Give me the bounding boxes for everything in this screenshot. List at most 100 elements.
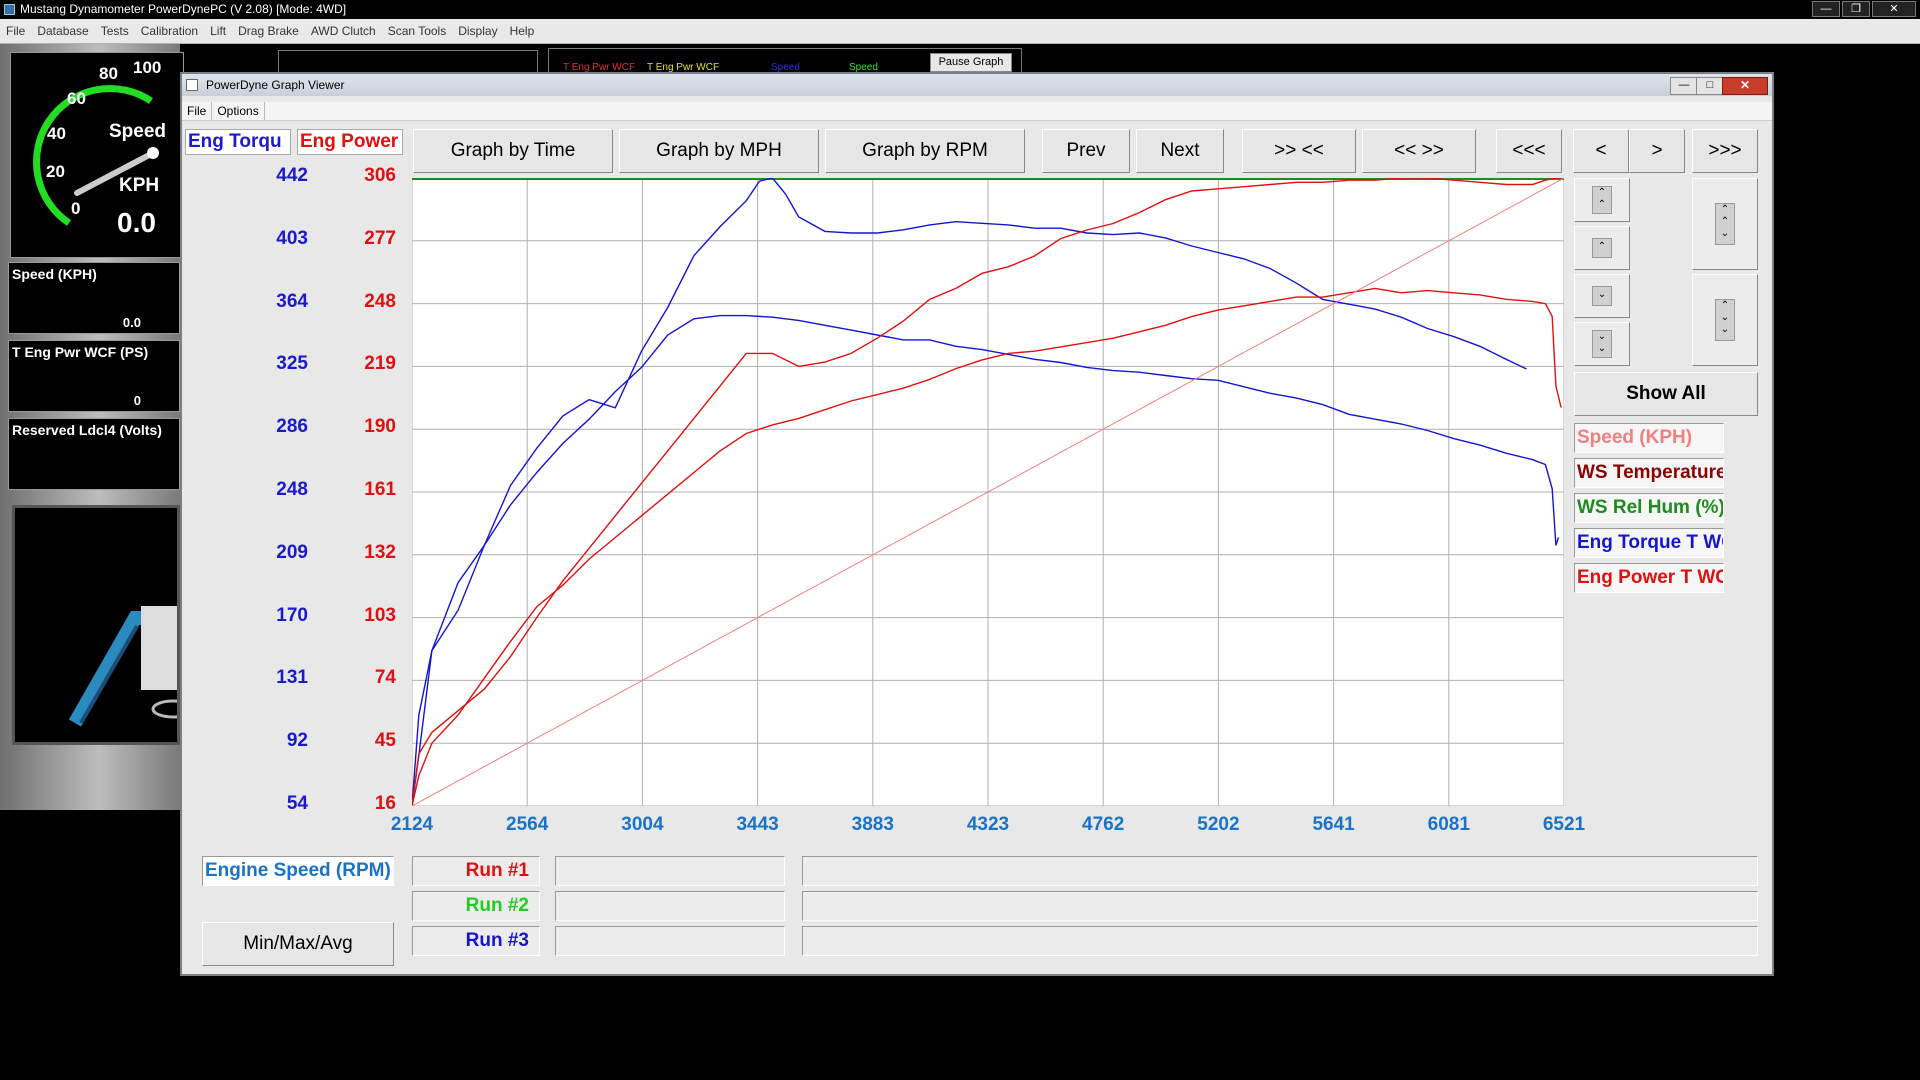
legend-speed[interactable]: Speed (KPH): [1574, 423, 1724, 453]
run-2-details: [802, 891, 1758, 921]
y-left-tick-label: 170: [276, 604, 308, 626]
x-tick-label: 6521: [1542, 814, 1586, 835]
x-tick-label: 5202: [1197, 814, 1240, 835]
legend-eng-torque[interactable]: Eng Torque T WC (N: [1574, 528, 1724, 558]
gauge-unit: KPH: [119, 175, 160, 196]
y-right-tick-label: 219: [364, 353, 396, 375]
scroll-down-fast-button[interactable]: ⌄ ⌄: [1574, 322, 1630, 366]
double-chevron-up-icon: ⌃ ⌃ ⌄: [1715, 203, 1735, 245]
plot-area[interactable]: [411, 177, 1565, 807]
legend-ws-temperature[interactable]: WS Temperature (D: [1574, 458, 1724, 488]
scroll-down-button[interactable]: ⌄: [1574, 274, 1630, 318]
double-chevron-down-icon: ⌄ ⌄: [1592, 330, 1612, 358]
x-axis-label[interactable]: Engine Speed (RPM): [202, 856, 394, 886]
graph-viewer-window: PowerDyne Graph Viewer — □ ✕ File Options…: [180, 72, 1774, 976]
panel-reserved-label: Reserved Ldcl4 (Volts): [12, 422, 162, 438]
menu-drag-brake[interactable]: Drag Brake: [232, 19, 305, 43]
y-left-tick-label: 403: [276, 227, 308, 249]
run-3-label: Run #3: [412, 926, 540, 956]
app-title: Mustang Dynamometer PowerDynePC (V 2.08)…: [20, 2, 347, 16]
panel-speed-value: 0.0: [122, 315, 141, 330]
x-tick-label: 2564: [506, 814, 549, 835]
x-tick-label: 3883: [851, 814, 894, 835]
panel-speed-label: Speed (KPH): [12, 266, 97, 282]
y-right-tick-label: 103: [364, 604, 396, 626]
run-3-value: [555, 926, 785, 956]
y-left-tick-label: 209: [276, 541, 308, 563]
y-right-tick-label: 306: [364, 165, 396, 186]
first-page-button[interactable]: <<<: [1496, 129, 1562, 173]
graph-by-mph-button[interactable]: Graph by MPH: [619, 129, 819, 173]
gv-maximize-icon[interactable]: □: [1696, 77, 1724, 95]
last-page-button[interactable]: >>>: [1692, 129, 1758, 173]
chevron-down-icon: ⌄: [1592, 286, 1612, 306]
app-menubar: File Database Tests Calibration Lift Drag Bra…: [0, 19, 1920, 44]
menu-awd-clutch[interactable]: AWD Clutch: [305, 19, 382, 43]
series-line-1: [411, 314, 1560, 807]
graph-viewer-titlebar: PowerDyne Graph Viewer — □ ✕: [182, 74, 1772, 96]
menu-display[interactable]: Display: [452, 19, 503, 43]
y-left-tick-label: 364: [276, 290, 308, 312]
x-tick-label: 6081: [1427, 814, 1470, 835]
gv-close-icon[interactable]: ✕: [1722, 77, 1768, 95]
run-2-value: [555, 891, 785, 921]
step-forward-button[interactable]: >: [1629, 129, 1685, 173]
y-left-tick-label: 325: [276, 353, 308, 375]
gauge-tick-40: 40: [47, 124, 66, 143]
restore-icon[interactable]: ❐: [1842, 1, 1870, 17]
min-max-avg-button[interactable]: Min/Max/Avg: [202, 922, 394, 966]
x-tick-label: 3443: [736, 814, 779, 835]
scroll-up-button[interactable]: ⌃: [1574, 226, 1630, 270]
graph-by-rpm-button[interactable]: Graph by RPM: [825, 129, 1025, 173]
graph-viewer-title: PowerDyne Graph Viewer: [206, 78, 345, 92]
graph-by-time-button[interactable]: Graph by Time: [413, 129, 613, 173]
chevron-up-icon: ⌃: [1592, 238, 1612, 258]
menu-file[interactable]: File: [0, 19, 31, 43]
step-back-button[interactable]: <: [1573, 129, 1629, 173]
zoom-in-button[interactable]: >> <<: [1242, 129, 1356, 173]
menu-calibration[interactable]: Calibration: [135, 19, 204, 43]
y-left-tick-label: 54: [286, 793, 308, 814]
double-chevron-up-icon: ⌃ ⌃: [1592, 186, 1612, 214]
legend-ws-rel-hum[interactable]: WS Rel Hum (%): [1574, 493, 1724, 523]
gv-menu-file[interactable]: File: [182, 102, 213, 120]
chart: [411, 177, 1565, 807]
right-scroll-down-button[interactable]: ⌃ ⌄ ⌄: [1692, 274, 1758, 366]
gauge-dial: [33, 85, 159, 226]
close-icon[interactable]: ✕: [1872, 1, 1916, 17]
x-tick-label: 4323: [966, 814, 1010, 835]
y-right-tick-label: 132: [364, 541, 396, 563]
legend-eng-power[interactable]: Eng Power T WC (P: [1574, 563, 1724, 593]
next-button[interactable]: Next: [1136, 129, 1224, 173]
x-tick-label: 2124: [390, 814, 434, 835]
menu-scan-tools[interactable]: Scan Tools: [382, 19, 452, 43]
scroll-up-fast-button[interactable]: ⌃ ⌃: [1574, 178, 1630, 222]
zoom-out-button[interactable]: << >>: [1362, 129, 1476, 173]
menu-tests[interactable]: Tests: [95, 19, 135, 43]
gauge-label: Speed: [109, 121, 167, 142]
pause-graph-button[interactable]: Pause Graph: [930, 53, 1012, 72]
right-scroll-up-button[interactable]: ⌃ ⌃ ⌄: [1692, 178, 1758, 270]
menu-database[interactable]: Database: [31, 19, 94, 43]
menu-lift[interactable]: Lift: [204, 19, 232, 43]
graph-viewer-icon: [186, 79, 198, 91]
show-all-button[interactable]: Show All: [1574, 372, 1758, 416]
menu-help[interactable]: Help: [504, 19, 541, 43]
y-right-tick-label: 248: [364, 290, 396, 312]
app-titlebar: Mustang Dynamometer PowerDynePC (V 2.08)…: [0, 0, 1920, 19]
panel-eng-power-value: 0: [133, 393, 141, 408]
y-right-tick-label: 74: [374, 667, 396, 689]
y-right-tick-label: 277: [364, 227, 396, 249]
gauge-tick-0: 0: [71, 199, 81, 218]
y-left-tick-label: 442: [276, 165, 308, 186]
minimize-icon[interactable]: —: [1812, 1, 1840, 17]
y-left-axis-label: Eng Torqu: [185, 129, 291, 155]
prev-button[interactable]: Prev: [1042, 129, 1130, 173]
y-left-tick-label: 248: [276, 479, 308, 500]
gv-menu-options[interactable]: Options: [212, 102, 265, 120]
gv-minimize-icon[interactable]: —: [1670, 77, 1698, 95]
panel-eng-power-label: T Eng Pwr WCF (PS): [12, 344, 149, 360]
panel-speed: Speed (KPH) 0.0: [8, 262, 180, 334]
y-right-tick-label: 45: [374, 730, 396, 752]
y-left-tick-label: 92: [286, 730, 308, 752]
